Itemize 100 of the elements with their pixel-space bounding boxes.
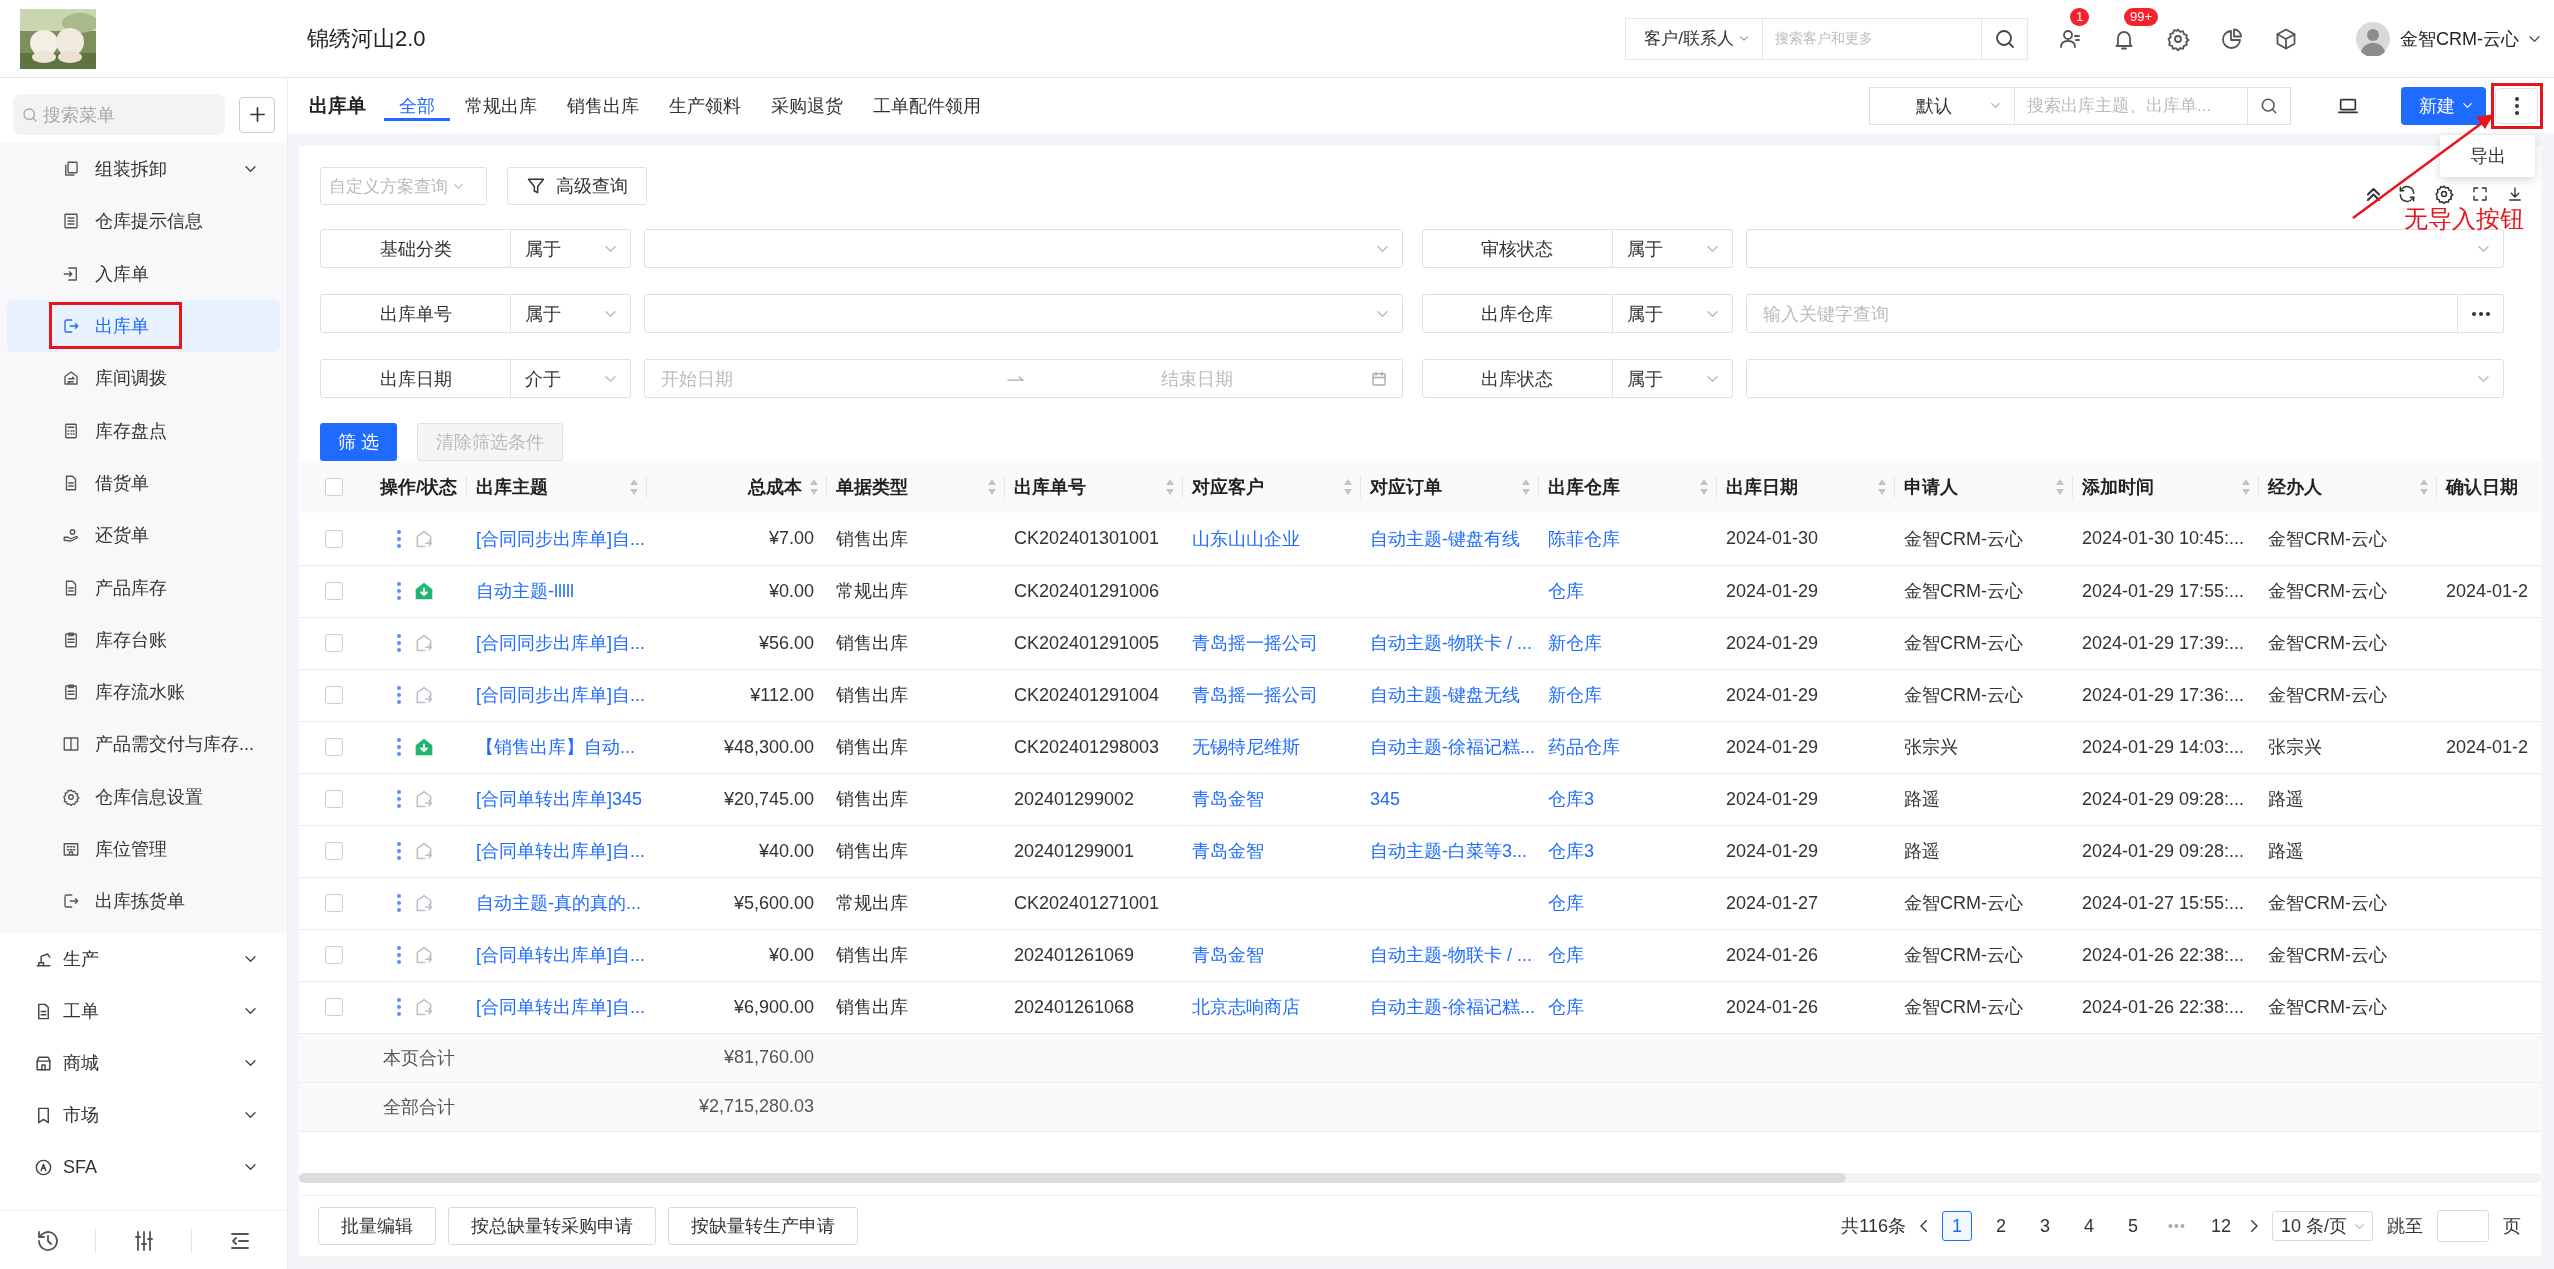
more-icon[interactable] — [396, 789, 402, 809]
record-link[interactable]: 北京志响商店 — [1192, 997, 1300, 1017]
sidebar-item[interactable]: 库间调拨 — [7, 352, 280, 405]
bulk-action-button[interactable]: 按缺量转生产申请 — [668, 1207, 858, 1245]
record-link[interactable]: [合同单转出库单]自... — [476, 841, 645, 861]
tab[interactable]: 采购退货 — [756, 90, 858, 121]
bulk-action-button[interactable]: 按总缺量转采购申请 — [448, 1207, 656, 1245]
more-button[interactable] — [2495, 87, 2538, 124]
sidebar-section[interactable]: SFA — [0, 1141, 287, 1194]
tab[interactable]: 常规出库 — [450, 90, 552, 121]
operator-dropdown[interactable]: 属于 — [1612, 359, 1733, 398]
record-link[interactable]: 自动主题-键盘有线 — [1370, 528, 1520, 549]
page-input[interactable] — [2437, 1210, 2489, 1242]
page-number[interactable]: 2 — [1985, 1211, 2016, 1241]
more-icon[interactable] — [396, 997, 402, 1017]
record-link[interactable]: [合同同步出库单]自... — [476, 633, 645, 653]
record-link[interactable]: [合同同步出库单]自... — [476, 528, 645, 549]
record-link[interactable]: 青岛金智 — [1192, 841, 1264, 861]
operator-dropdown[interactable]: 属于 — [1612, 294, 1733, 333]
checkbox[interactable] — [325, 842, 343, 860]
sidebar-item[interactable]: 仓库信息设置 — [7, 770, 280, 823]
new-button[interactable]: 新建 — [2401, 86, 2486, 125]
sidebar-item[interactable]: 库存流水账 — [7, 665, 280, 719]
record-link[interactable]: 仓库 — [1548, 997, 1584, 1017]
sidebar-item[interactable]: 库位管理 — [7, 822, 280, 876]
tab[interactable]: 工单配件领用 — [858, 90, 996, 121]
scrollbar-thumb[interactable] — [299, 1173, 1846, 1183]
checkbox[interactable] — [325, 478, 343, 496]
cube-icon[interactable] — [2274, 26, 2298, 51]
fullscreen-icon[interactable] — [2471, 185, 2489, 203]
tab[interactable]: 生产领料 — [654, 90, 756, 121]
history-icon[interactable] — [35, 1228, 60, 1253]
record-link[interactable]: 无锡特尼维斯 — [1192, 737, 1300, 757]
view-dropdown[interactable]: 默认 — [1869, 86, 2015, 125]
record-link[interactable]: 自动主题-lllll — [476, 581, 574, 601]
checkbox[interactable] — [325, 894, 343, 912]
tab[interactable]: 全部 — [384, 90, 450, 121]
record-link[interactable]: [合同同步出库单]自... — [476, 685, 645, 705]
menu-item[interactable]: 导出 — [2440, 139, 2535, 173]
sidebar-section[interactable]: 工单 — [0, 985, 287, 1038]
sidebar-section[interactable]: 商城 — [0, 1037, 287, 1090]
record-link[interactable]: 【销售出库】自动... — [476, 737, 635, 757]
operator-dropdown[interactable]: 属于 — [1612, 229, 1733, 268]
settings-icon[interactable] — [2166, 26, 2190, 51]
advanced-search-button[interactable]: 高级查询 — [507, 167, 647, 205]
page-number[interactable]: 5 — [2117, 1211, 2148, 1241]
filter-button[interactable]: 筛 选 — [320, 423, 397, 461]
record-link[interactable]: 陈菲仓库 — [1548, 528, 1620, 549]
checkbox[interactable] — [325, 582, 343, 600]
checkbox[interactable] — [325, 634, 343, 652]
sort-icon[interactable] — [2420, 479, 2428, 495]
sort-icon[interactable] — [810, 479, 818, 495]
page-number[interactable]: 3 — [2029, 1211, 2060, 1241]
record-link[interactable]: 自动主题-键盘无线 — [1370, 685, 1520, 705]
record-link[interactable]: 青岛摇一摇公司 — [1192, 685, 1318, 705]
checkbox[interactable] — [325, 738, 343, 756]
sidebar-section[interactable]: 生产 — [0, 933, 287, 986]
download-icon[interactable] — [2506, 185, 2524, 203]
sidebar-item[interactable]: 出库单 — [7, 299, 280, 353]
sort-icon[interactable] — [1344, 479, 1352, 495]
refresh-icon[interactable] — [2397, 184, 2417, 204]
more-icon[interactable] — [396, 841, 402, 861]
page-number[interactable]: 12 — [2205, 1211, 2236, 1241]
record-link[interactable]: 自动主题-物联卡 / ... — [1370, 633, 1532, 653]
more-icon[interactable] — [396, 528, 402, 549]
sidebar-item[interactable]: 产品需交付与库存... — [7, 718, 280, 771]
sort-icon[interactable] — [1166, 479, 1174, 495]
sidebar-item[interactable]: 库存台账 — [7, 613, 280, 666]
search-button[interactable] — [2248, 86, 2291, 125]
record-link[interactable]: 青岛金智 — [1192, 945, 1264, 965]
tab[interactable]: 销售出库 — [552, 90, 654, 121]
checkbox[interactable] — [325, 998, 343, 1016]
record-link[interactable]: 山东山山企业 — [1192, 528, 1300, 549]
sort-icon[interactable] — [1878, 479, 1886, 495]
sort-icon[interactable] — [2242, 479, 2250, 495]
record-link[interactable]: 自动主题-徐福记糕... — [1370, 737, 1535, 757]
record-link[interactable]: 仓库3 — [1548, 789, 1594, 809]
record-link[interactable]: 仓库 — [1548, 945, 1584, 965]
page-number[interactable]: 4 — [2073, 1211, 2104, 1241]
record-link[interactable]: [合同单转出库单]自... — [476, 997, 645, 1017]
sort-icon[interactable] — [630, 479, 638, 495]
sidebar-item[interactable]: 组装拆卸 — [7, 143, 280, 196]
record-link[interactable]: 345 — [1370, 788, 1401, 809]
sidebar-item[interactable]: 仓库提示信息 — [7, 195, 280, 248]
record-link[interactable]: 青岛摇一摇公司 — [1192, 633, 1318, 653]
more-icon[interactable] — [396, 737, 402, 757]
more-icon[interactable] — [396, 945, 402, 965]
search-scope-dropdown[interactable]: 客户/联系人 — [1625, 17, 1762, 60]
sidebar-item[interactable]: 还货单 — [7, 509, 280, 562]
operator-dropdown[interactable]: 介于 — [511, 359, 631, 398]
record-link[interactable]: 仓库 — [1548, 581, 1584, 601]
record-link[interactable]: 新仓库 — [1548, 685, 1602, 705]
operator-dropdown[interactable]: 属于 — [511, 229, 631, 268]
chevron-right-icon[interactable] — [2249, 1220, 2258, 1232]
sidebar-item[interactable]: 借货单 — [7, 456, 280, 510]
record-link[interactable]: 仓库 — [1548, 893, 1584, 913]
operator-dropdown[interactable]: 属于 — [511, 294, 631, 333]
sidebar-item[interactable]: 产品库存 — [7, 561, 280, 614]
record-link[interactable]: [合同单转出库单]自... — [476, 945, 645, 965]
record-link[interactable]: 新仓库 — [1548, 633, 1602, 653]
